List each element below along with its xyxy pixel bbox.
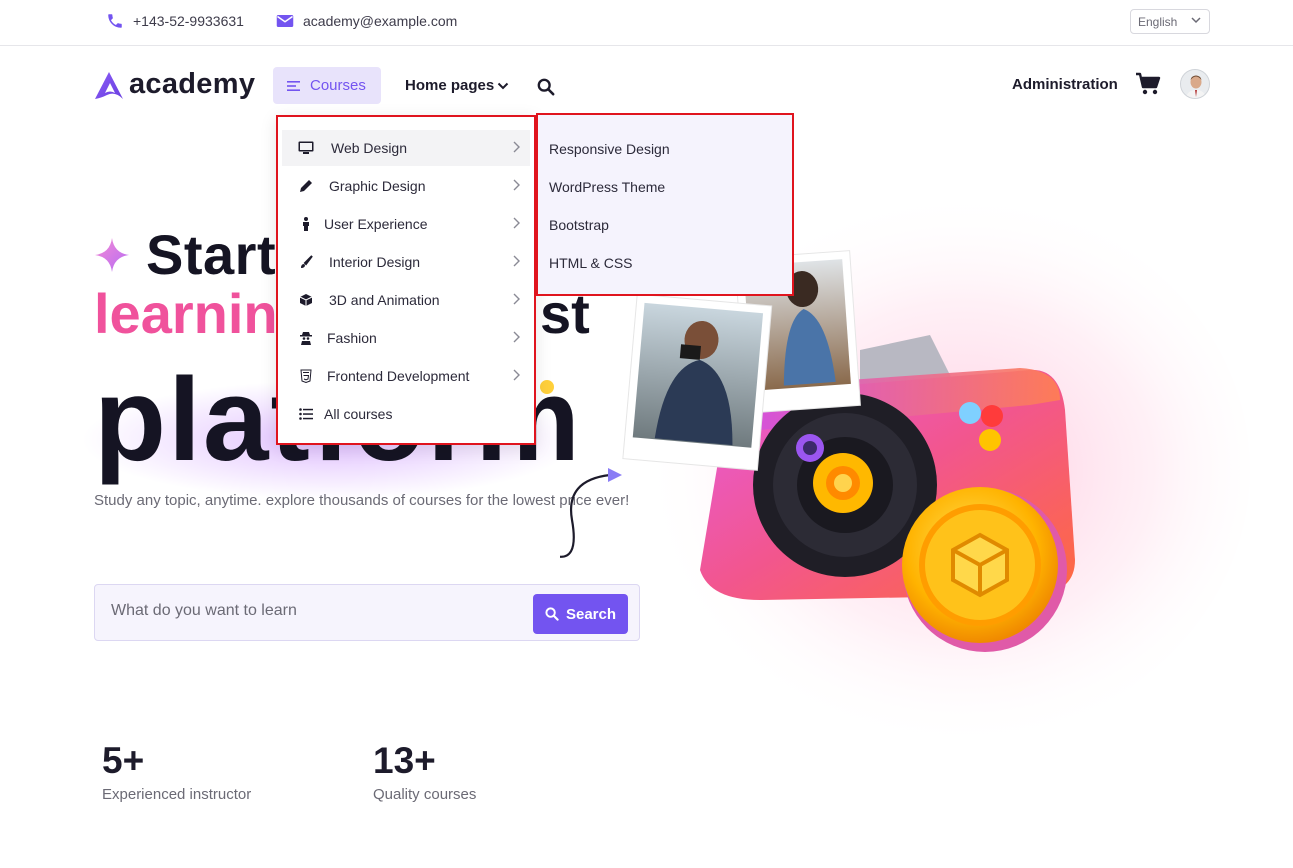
email-address: academy@example.com (303, 13, 458, 29)
stat-label: Experienced instructor (102, 786, 252, 803)
phone-number: +143-52-9933631 (133, 13, 244, 29)
phone-contact[interactable]: +143-52-9933631 (106, 10, 244, 32)
menu-item-3d-animation[interactable]: 3D and Animation (282, 282, 530, 318)
menu-item-web-design[interactable]: Web Design (282, 130, 530, 166)
logo-text: academy (129, 68, 256, 100)
web-design-submenu: Responsive Design WordPress Theme Bootst… (536, 113, 794, 296)
menu-item-label: 3D and Animation (329, 292, 440, 308)
cube-icon (298, 292, 314, 308)
chevron-right-icon (513, 179, 520, 191)
stat-value: 13+ (373, 740, 436, 781)
menu-item-label: Graphic Design (329, 178, 426, 194)
administration-link[interactable]: Administration (1012, 76, 1118, 93)
monitor-icon (298, 140, 314, 156)
courses-button[interactable]: Courses (273, 67, 381, 104)
decor-dot (540, 380, 554, 394)
menu-item-label: Fashion (327, 330, 377, 346)
submenu-item-html-css[interactable]: HTML & CSS (549, 255, 633, 271)
pen-icon (298, 178, 314, 194)
search-icon-button[interactable] (537, 78, 555, 101)
home-pages-dropdown[interactable]: Home pages (405, 77, 509, 94)
menu-lines-icon (287, 80, 300, 91)
chevron-right-icon (513, 217, 520, 229)
chevron-right-icon (513, 331, 520, 343)
chevron-right-icon (513, 369, 520, 381)
chevron-down-icon (1191, 17, 1201, 24)
html5-icon (298, 368, 314, 384)
menu-item-label: User Experience (324, 216, 428, 232)
stat-instructors: 5+ Experienced instructor (102, 740, 251, 803)
hero-title-learning: learnin (94, 282, 278, 345)
search-input[interactable] (111, 602, 521, 620)
submenu-item-bootstrap[interactable]: Bootstrap (549, 217, 609, 233)
chevron-right-icon (513, 293, 520, 305)
search-icon (537, 78, 555, 96)
phone-icon (108, 14, 122, 28)
submenu-item-responsive-design[interactable]: Responsive Design (549, 141, 670, 157)
user-avatar[interactable] (1180, 69, 1210, 99)
user-secret-icon (298, 330, 314, 346)
courses-dropdown-menu: Web Design Graphic Design User Experienc… (276, 115, 536, 445)
user-photo-icon (1181, 70, 1209, 98)
search-icon (545, 607, 559, 621)
hero-line-1: Start (94, 222, 276, 287)
menu-item-label: Frontend Development (327, 368, 470, 384)
language-value: English (1138, 14, 1178, 29)
logo[interactable]: academy (93, 68, 255, 101)
envelope-icon (276, 15, 294, 27)
cart-button[interactable] (1135, 72, 1161, 101)
person-icon (298, 216, 314, 232)
chevron-down-icon (497, 82, 509, 89)
hero-title-start: Start (146, 223, 277, 286)
stat-value: 5+ (102, 740, 145, 781)
chevron-right-icon (513, 255, 520, 267)
home-pages-label: Home pages (405, 77, 495, 94)
menu-item-frontend-development[interactable]: Frontend Development (282, 358, 530, 394)
menu-item-label: Interior Design (329, 254, 421, 270)
menu-item-label: All courses (324, 406, 393, 422)
top-bar: +143-52-9933631 academy@example.com Engl… (0, 0, 1293, 46)
menu-item-interior-design[interactable]: Interior Design (282, 244, 530, 280)
menu-item-graphic-design[interactable]: Graphic Design (282, 168, 530, 204)
chevron-right-icon (513, 141, 520, 153)
course-search-bar: Search (94, 584, 640, 641)
stat-label: Quality courses (373, 786, 477, 803)
menu-item-label: Web Design (331, 140, 408, 156)
submenu-item-wordpress-theme[interactable]: WordPress Theme (549, 179, 665, 195)
email-contact[interactable]: academy@example.com (276, 10, 457, 32)
menu-item-fashion[interactable]: Fashion (282, 320, 530, 356)
menu-item-all-courses[interactable]: All courses (282, 396, 530, 432)
sparkle-icon (95, 237, 129, 272)
language-select[interactable]: English (1130, 9, 1210, 34)
logo-icon (95, 71, 123, 99)
cart-icon (1136, 72, 1161, 95)
menu-item-user-experience[interactable]: User Experience (282, 206, 530, 242)
stat-courses: 13+ Quality courses (373, 740, 476, 803)
list-icon (298, 406, 314, 422)
courses-label: Courses (310, 77, 366, 94)
brush-icon (298, 254, 314, 270)
